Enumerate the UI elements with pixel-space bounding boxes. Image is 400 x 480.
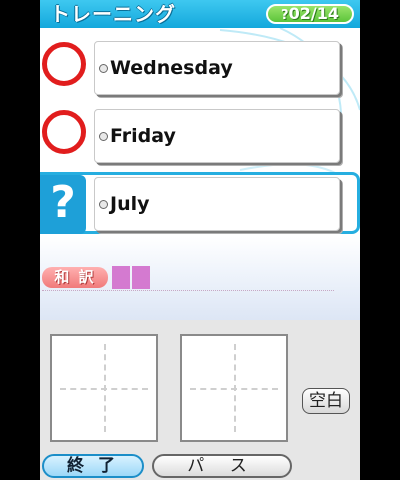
writing-pad[interactable] xyxy=(180,334,288,442)
header-bar: トレーニング ?02/14 xyxy=(40,0,360,28)
word-text: Friday xyxy=(110,125,176,147)
answer-slot xyxy=(132,266,150,289)
screen-title: トレーニング xyxy=(50,2,176,26)
quiz-screen: トレーニング ?02/14 Wednesday Friday ? July 和 … xyxy=(40,0,360,320)
correct-circle-icon xyxy=(42,110,86,154)
bullet-icon xyxy=(99,200,108,209)
pass-button[interactable]: パ ス xyxy=(152,454,292,478)
word-row: Wednesday xyxy=(40,38,360,100)
word-row-active: ? July xyxy=(40,172,360,234)
question-counter: ?02/14 xyxy=(266,4,354,24)
word-card[interactable]: July xyxy=(94,177,340,231)
bullet-icon xyxy=(99,132,108,141)
space-button[interactable]: 空白 xyxy=(302,388,350,414)
word-text: Wednesday xyxy=(110,57,233,79)
word-card[interactable]: Wednesday xyxy=(94,41,340,95)
guide-line xyxy=(234,344,236,432)
bullet-icon xyxy=(99,64,108,73)
translation-label: 和 訳 xyxy=(42,267,108,288)
writing-screen: 空白 終 了 パ ス xyxy=(40,320,360,480)
word-row: Friday xyxy=(40,106,360,168)
correct-circle-icon xyxy=(42,42,86,86)
game-screen: トレーニング ?02/14 Wednesday Friday ? July 和 … xyxy=(40,0,360,480)
writing-pad[interactable] xyxy=(50,334,158,442)
word-text: July xyxy=(110,193,150,215)
answer-underline xyxy=(42,290,334,291)
counter-value: 02/14 xyxy=(288,4,339,23)
question-icon: ? xyxy=(281,8,289,23)
answer-slot xyxy=(112,266,130,289)
question-mark-icon: ? xyxy=(40,175,86,234)
guide-line xyxy=(104,344,106,432)
word-card[interactable]: Friday xyxy=(94,109,340,163)
end-button[interactable]: 終 了 xyxy=(42,454,144,478)
